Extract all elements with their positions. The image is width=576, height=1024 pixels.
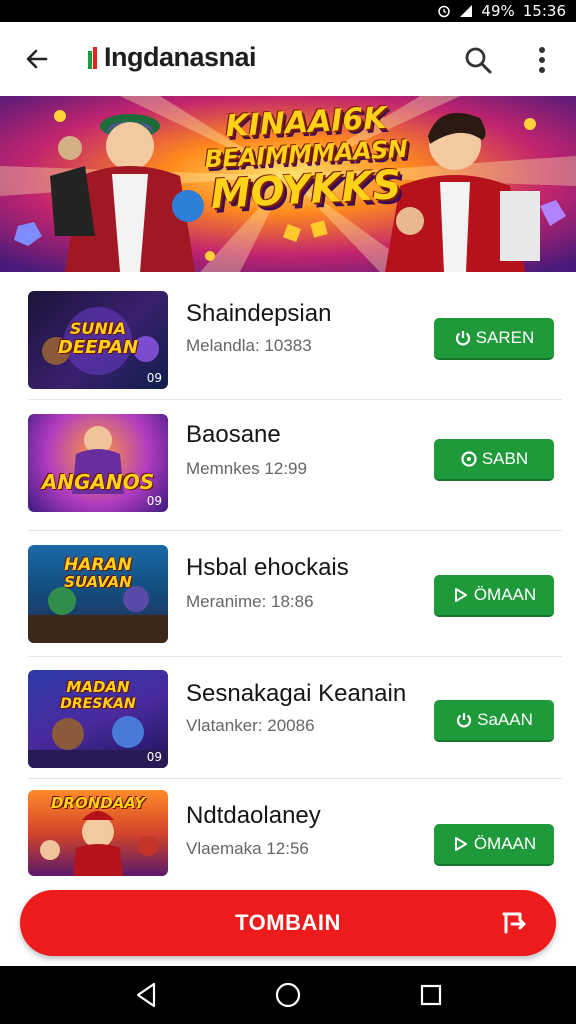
game-title: Baosane bbox=[186, 421, 281, 448]
thumbnail-title-1: ANGANOS bbox=[41, 470, 155, 494]
signal-icon bbox=[460, 5, 473, 17]
promo-banner[interactable]: KINAAI6K BEAIMMMAASN MOYKKS bbox=[0, 96, 576, 272]
game-subtitle: Memnkes 12:99 bbox=[186, 459, 307, 478]
more-options-button[interactable] bbox=[524, 40, 560, 80]
app-bar: Ingdanasnai bbox=[0, 22, 576, 96]
game-action-label: SABN bbox=[481, 449, 529, 468]
game-action-label: ÖMAAN bbox=[473, 834, 537, 853]
divider bbox=[28, 399, 562, 400]
status-right: 49% 15:36 bbox=[437, 2, 566, 20]
game-thumbnail: SUNIA DEEPAN 09 bbox=[28, 291, 168, 389]
game-subtitle: Melandla: 10383 bbox=[186, 336, 312, 355]
thumbnail-title-1: SUNIA bbox=[69, 319, 127, 338]
thumbnail-title-2: DRESKAN bbox=[60, 696, 136, 712]
list-item[interactable]: MADAN DRESKAN 09 Sesnakagai Keanain Vlat… bbox=[0, 660, 576, 786]
more-vert-icon bbox=[539, 47, 545, 73]
square-recents-icon bbox=[420, 984, 442, 1006]
battery-text: 49% bbox=[481, 2, 515, 20]
game-thumbnail: DRONDAAY bbox=[28, 790, 168, 876]
nav-recents-button[interactable] bbox=[416, 980, 446, 1010]
divider bbox=[28, 656, 562, 657]
status-bar: 49% 15:36 bbox=[0, 0, 576, 22]
game-action-label: SaAAN bbox=[477, 710, 533, 729]
divider bbox=[28, 778, 562, 779]
thumbnail-badge: 09 bbox=[146, 494, 162, 508]
thumbnail-badge: 09 bbox=[146, 750, 162, 764]
triangle-back-icon bbox=[136, 982, 156, 1008]
thumbnail-title-2: SUAVAN bbox=[64, 573, 132, 591]
game-subtitle: Vlaemaka 12:56 bbox=[186, 839, 309, 858]
exit-icon bbox=[502, 912, 526, 934]
app-title: Ingdanasnai bbox=[104, 42, 257, 72]
game-action-label: SAREN bbox=[475, 328, 535, 347]
game-thumbnail: ANGANOS 09 bbox=[28, 414, 168, 512]
arrow-left-icon bbox=[26, 49, 48, 69]
power-icon bbox=[455, 711, 473, 729]
search-icon bbox=[465, 47, 492, 74]
game-subtitle: Meranime: 18:86 bbox=[186, 592, 314, 611]
circle-home-icon bbox=[275, 982, 301, 1008]
game-subtitle: Vlatanker: 20086 bbox=[186, 716, 315, 735]
thumbnail-title-1: HARAN bbox=[64, 555, 132, 575]
game-action-button[interactable]: ÖMAAN bbox=[434, 824, 554, 866]
banner-line-3: MOYKKS bbox=[209, 162, 403, 218]
game-title: Ndtdaolaney bbox=[186, 802, 321, 829]
list-item[interactable]: ANGANOS 09 Baosane Memnkes 12:99 SABN bbox=[0, 404, 576, 530]
list-item[interactable]: SUNIA DEEPAN 09 Shaindepsian Melandla: 1… bbox=[0, 278, 576, 404]
search-button[interactable] bbox=[458, 40, 498, 80]
game-action-button[interactable]: SaAAN bbox=[434, 700, 554, 742]
game-action-button[interactable]: SAREN bbox=[434, 318, 554, 360]
thumbnail-title-1: DRONDAAY bbox=[50, 794, 146, 812]
banner-headline: KINAAI6K BEAIMMMAASN MOYKKS bbox=[196, 101, 416, 218]
game-title: Sesnakagai Keanain bbox=[186, 680, 407, 707]
play-icon bbox=[452, 835, 470, 853]
thumbnail-title-1: MADAN bbox=[66, 678, 130, 696]
game-action-label: ÖMAAN bbox=[473, 585, 537, 604]
back-button[interactable] bbox=[18, 40, 56, 78]
clock-text: 15:36 bbox=[522, 2, 566, 20]
game-thumbnail: MADAN DRESKAN 09 bbox=[28, 670, 168, 768]
app-logo-icon bbox=[88, 47, 97, 69]
game-title: Shaindepsian bbox=[186, 300, 332, 327]
main-action-label: TOMBAIN bbox=[235, 910, 341, 935]
thumbnail-title-2: DEEPAN bbox=[57, 337, 139, 358]
system-nav-bar bbox=[0, 966, 576, 1024]
game-action-button[interactable]: ÖMAAN bbox=[434, 575, 554, 617]
play-icon bbox=[452, 586, 470, 604]
nav-home-button[interactable] bbox=[273, 980, 303, 1010]
location-icon bbox=[460, 450, 478, 468]
main-action-button[interactable]: TOMBAIN bbox=[20, 890, 556, 956]
thumbnail-badge: 09 bbox=[146, 371, 162, 385]
game-action-button[interactable]: SABN bbox=[434, 439, 554, 481]
power-icon bbox=[454, 329, 472, 347]
game-title: Hsbal ehockais bbox=[186, 554, 349, 581]
nav-back-button[interactable] bbox=[131, 980, 161, 1010]
game-thumbnail: HARAN SUAVAN bbox=[28, 545, 168, 643]
divider bbox=[28, 530, 562, 531]
alarm-icon bbox=[438, 5, 451, 18]
list-item[interactable]: HARAN SUAVAN Hsbal ehockais Meranime: 18… bbox=[0, 534, 576, 660]
